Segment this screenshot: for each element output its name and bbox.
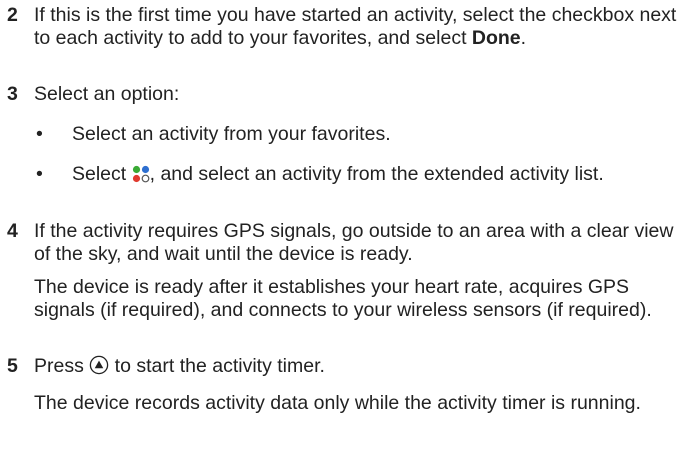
- step-text: Select an option:: [34, 83, 180, 105]
- activities-grid-icon: [132, 165, 150, 189]
- step-number: 5: [7, 355, 18, 377]
- step-text: If this is the first time you have start…: [34, 4, 692, 50]
- done-label: Done: [471, 27, 521, 49]
- bullet-text-part: , and select an activity from the extend…: [149, 163, 604, 185]
- step-note: The device is ready after it establishes…: [34, 276, 652, 321]
- step-5: 5 Press to start the activity timer.: [0, 355, 696, 379]
- step-number: 4: [7, 220, 18, 242]
- step-2: 2 If this is the first time you have sta…: [0, 4, 696, 74]
- bullet-text: Select an activity from your favorites.: [72, 123, 391, 145]
- bullet-dot: •: [36, 163, 43, 185]
- step-number: 3: [7, 83, 18, 105]
- step-3: 3 Select an option:: [0, 83, 696, 107]
- step-text-part: .: [520, 27, 527, 49]
- step-4: 4 If the activity requires GPS signals, …: [0, 220, 696, 267]
- bullet-text-part: Select: [72, 163, 132, 185]
- step-text-part: to start the activity timer.: [109, 355, 325, 377]
- step-number: 2: [7, 4, 18, 26]
- list-item: • Select an activity from your favorites…: [34, 123, 692, 147]
- bullet-text: Select , and select an activity from the…: [72, 163, 692, 189]
- list-item: • Select , and select an activity from t…: [34, 163, 692, 210]
- start-button-icon: [89, 355, 109, 381]
- step-text-part: Press: [34, 355, 90, 377]
- step-text: Press to start the activity timer.: [34, 355, 692, 381]
- step-text: If the activity requires GPS signals, go…: [34, 220, 674, 265]
- step-note: The device records activity data only wh…: [34, 392, 641, 414]
- step-text-part: If this is the first time you have start…: [34, 4, 677, 49]
- bullet-dot: •: [36, 123, 43, 145]
